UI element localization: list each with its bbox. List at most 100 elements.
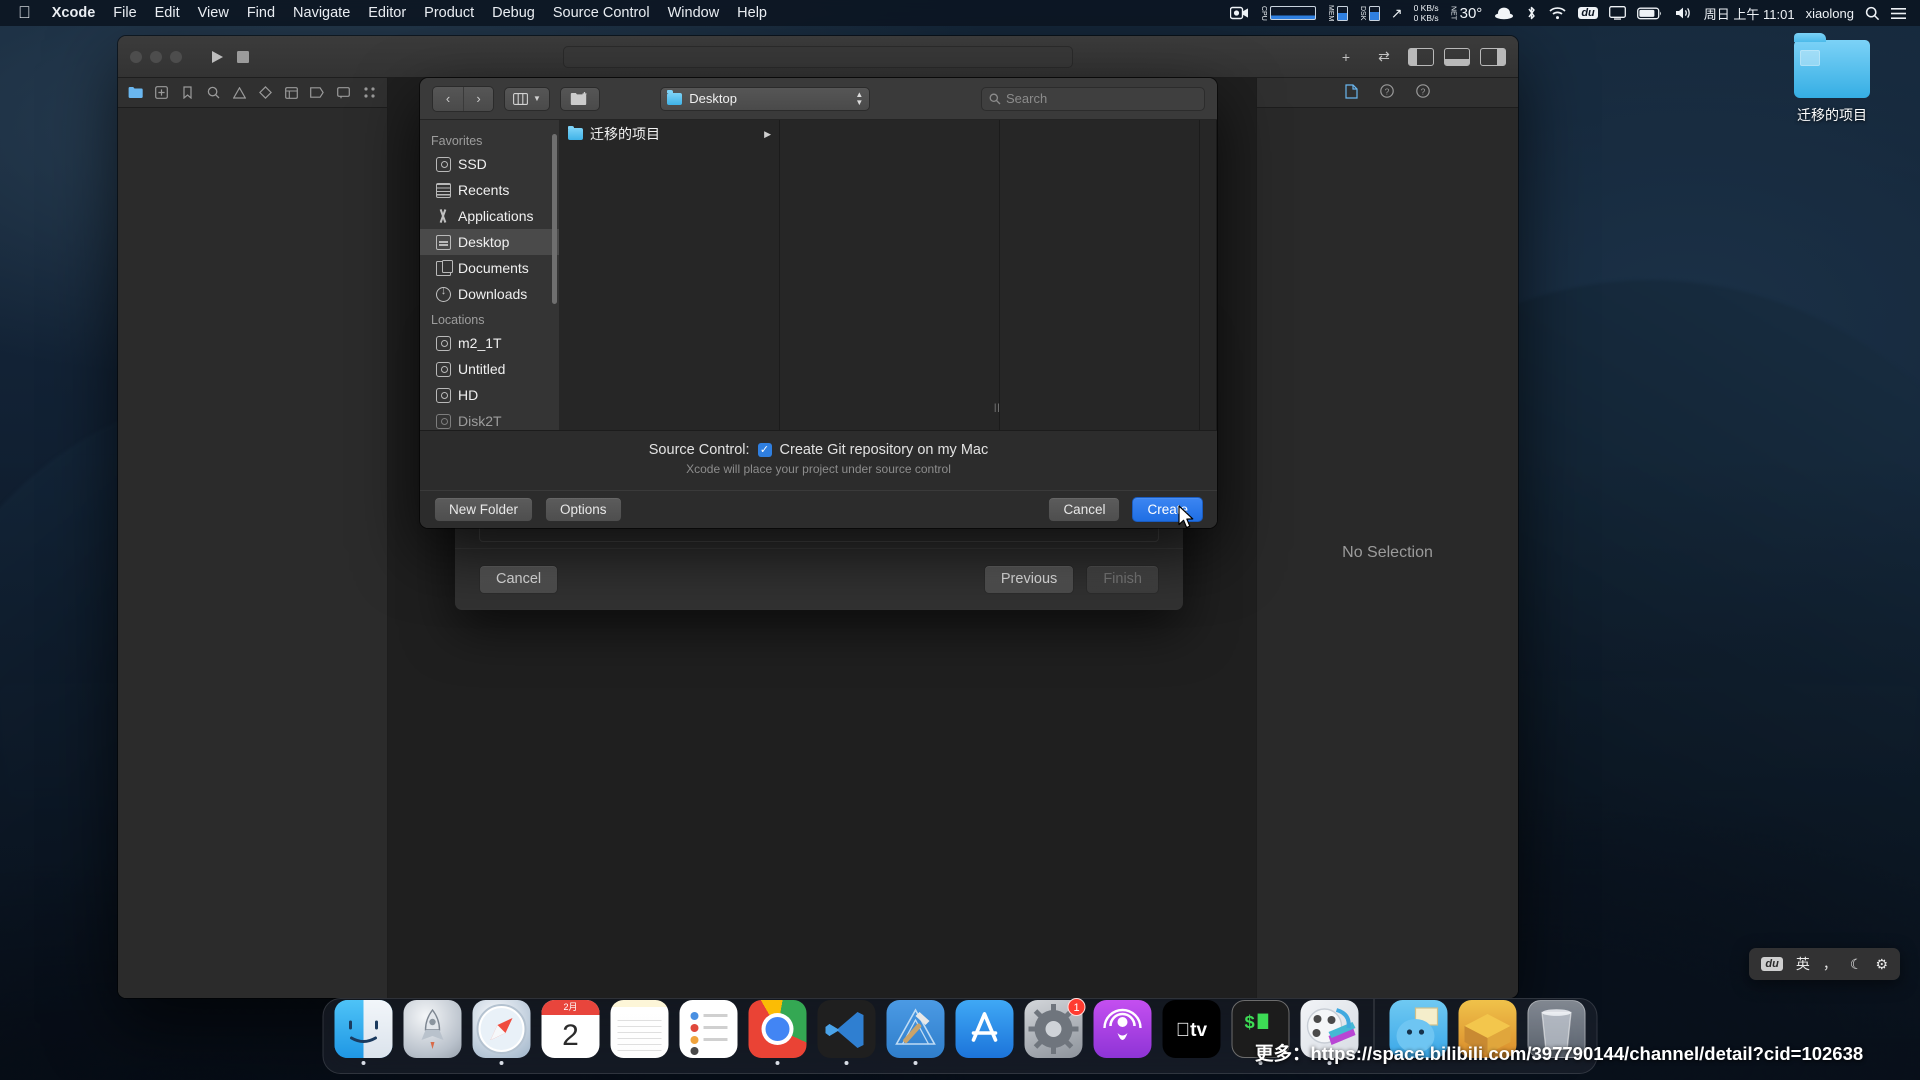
menu-item-source-control[interactable]: Source Control (544, 3, 659, 23)
new-folder-button[interactable]: New Folder (434, 496, 534, 523)
weather-cloud-icon[interactable] (1493, 6, 1515, 20)
sidebar-item-documents[interactable]: Documents (420, 255, 559, 281)
sidebar-item-applications[interactable]: Applications (420, 203, 559, 229)
sidebar-item-recents[interactable]: Recents (420, 177, 559, 203)
view-mode-button[interactable]: ▼ (504, 86, 550, 111)
navigator-tab-breakpoints-icon[interactable] (305, 82, 329, 104)
inspector-tab-help-icon[interactable]: ? (1416, 84, 1430, 101)
navigator-tab-find-icon[interactable] (202, 82, 226, 104)
apple-logo-icon[interactable]:  (6, 4, 43, 23)
menu-item-edit[interactable]: Edit (146, 3, 189, 23)
ime-moon-icon[interactable]: ☾ (1850, 956, 1863, 973)
minimize-button[interactable] (150, 50, 162, 63)
dock-item-chrome[interactable] (748, 1000, 808, 1065)
ime-mode-toggle[interactable]: 英 (1796, 954, 1810, 974)
volume-icon[interactable] (1674, 6, 1693, 20)
sidebar-item-desktop[interactable]: Desktop (420, 229, 559, 255)
sidebar-scrollbar[interactable] (552, 134, 557, 304)
run-button[interactable] (204, 45, 230, 69)
desktop-folder-icon[interactable]: 迁移的项目 (1772, 33, 1892, 125)
sidebar-item-ssd[interactable]: SSD (420, 151, 559, 177)
forward-button[interactable]: › (463, 86, 493, 111)
menu-item-xcode[interactable]: Xcode (43, 3, 105, 23)
toggle-debug-area-icon[interactable] (1444, 47, 1470, 66)
dock-item-vscode[interactable] (817, 1000, 877, 1065)
temperature-monitor[interactable]: NET 30° (1450, 5, 1483, 22)
display-icon[interactable] (1608, 6, 1626, 20)
toggle-inspector-icon[interactable] (1480, 47, 1506, 66)
dock-item-safari[interactable] (472, 1000, 532, 1065)
cpu-monitor[interactable]: CPU (1260, 6, 1316, 20)
sidebar-item-m2-1t[interactable]: m2_1T (420, 330, 559, 356)
options-button[interactable]: Options (545, 496, 622, 523)
close-button[interactable] (130, 50, 142, 63)
network-rate[interactable]: 0 KB/s 0 KB/s (1414, 3, 1439, 23)
sidebar-item-hd[interactable]: HD (420, 382, 559, 408)
navigator-tab-debug-icon[interactable] (279, 82, 303, 104)
menu-item-file[interactable]: File (104, 3, 145, 23)
current-user[interactable]: xiaolong (1806, 6, 1854, 21)
dock-item-reminders[interactable] (679, 1000, 739, 1065)
navigator-tab-issues-icon[interactable] (228, 82, 252, 104)
battery-icon[interactable] (1636, 7, 1663, 20)
new-folder-toolbar-button[interactable] (559, 86, 600, 111)
sidebar-item-disk2t[interactable]: Disk2T (420, 408, 559, 430)
navigator-tab-tests-icon[interactable] (254, 82, 278, 104)
memory-monitor[interactable]: MEM (1327, 5, 1348, 21)
list-item[interactable]: 迁移的项目 ▶ (560, 123, 779, 145)
navigator-tab-project-icon[interactable] (124, 82, 148, 104)
expand-arrows-icon[interactable]: ↗ (1391, 5, 1403, 22)
add-editor-icon[interactable]: + (1332, 46, 1360, 68)
ime-punctuation-toggle[interactable]: ， (1823, 954, 1837, 974)
ime-settings-gear-icon[interactable]: ⚙ (1875, 956, 1888, 973)
dock-item-launchpad[interactable] (403, 1000, 463, 1065)
dock-item-podcasts[interactable] (1093, 1000, 1153, 1065)
toggle-navigator-icon[interactable] (1408, 47, 1434, 66)
menu-item-product[interactable]: Product (415, 3, 483, 23)
menu-item-window[interactable]: Window (659, 3, 729, 23)
browser-column-2[interactable]: || (780, 120, 1000, 430)
dock-item-xcode[interactable] (886, 1000, 946, 1065)
navigator-tab-source-control-icon[interactable] (150, 82, 174, 104)
location-popup-button[interactable]: Desktop ▲ ▼ (660, 86, 871, 111)
wizard-previous-button[interactable]: Previous (983, 565, 1075, 594)
wifi-icon[interactable] (1548, 6, 1567, 20)
dock-item-system-settings[interactable]: 1 (1024, 998, 1086, 1065)
wizard-cancel-button[interactable]: Cancel (479, 565, 559, 594)
create-git-repository-checkbox[interactable]: ✓ (757, 443, 772, 457)
search-field[interactable]: Search (981, 86, 1205, 111)
inspector-tab-quick-help-icon[interactable]: ? (1380, 84, 1394, 101)
navigator-content[interactable] (118, 108, 387, 998)
disk-monitor[interactable]: DSK (1359, 5, 1380, 21)
control-center-icon[interactable] (1891, 6, 1906, 21)
menu-item-editor[interactable]: Editor (359, 3, 415, 23)
menu-item-navigate[interactable]: Navigate (284, 3, 359, 23)
input-source-icon[interactable]: du (1578, 7, 1598, 19)
dock-item-finder[interactable] (334, 1000, 394, 1065)
inspector-tab-file-icon[interactable] (1345, 83, 1358, 102)
stop-button[interactable] (230, 45, 256, 69)
navigator-tab-reports-icon[interactable] (331, 82, 355, 104)
navigator-tab-bookmarks-icon[interactable] (176, 82, 200, 104)
menu-item-debug[interactable]: Debug (483, 3, 544, 23)
navigator-tab-extensions-icon[interactable] (357, 82, 381, 104)
cancel-button[interactable]: Cancel (1048, 496, 1121, 523)
spotlight-search-icon[interactable] (1865, 6, 1880, 21)
dock-item-apple-tv[interactable]: tv (1162, 1000, 1222, 1065)
back-button[interactable]: ‹ (433, 86, 463, 111)
bluetooth-icon[interactable] (1526, 5, 1537, 21)
code-review-icon[interactable]: ⇄ (1370, 46, 1398, 68)
sidebar-item-untitled[interactable]: Untitled (420, 356, 559, 382)
browser-column-4[interactable] (1200, 120, 1217, 430)
menu-item-help[interactable]: Help (728, 3, 776, 23)
clock[interactable]: 周日 上午 11:01 (1704, 4, 1795, 23)
dock-item-app-store[interactable] (955, 1000, 1015, 1065)
maximize-button[interactable] (170, 50, 182, 63)
menu-item-view[interactable]: View (189, 3, 238, 23)
menu-item-find[interactable]: Find (238, 3, 284, 23)
browser-column-1[interactable]: 迁移的项目 ▶ (560, 120, 780, 430)
browser-column-3[interactable] (1000, 120, 1200, 430)
baidu-ime-logo-icon[interactable]: du (1761, 957, 1783, 971)
dock-item-calendar[interactable]: 2月 2 (541, 1000, 601, 1065)
dock-item-notes[interactable] (610, 1000, 670, 1065)
